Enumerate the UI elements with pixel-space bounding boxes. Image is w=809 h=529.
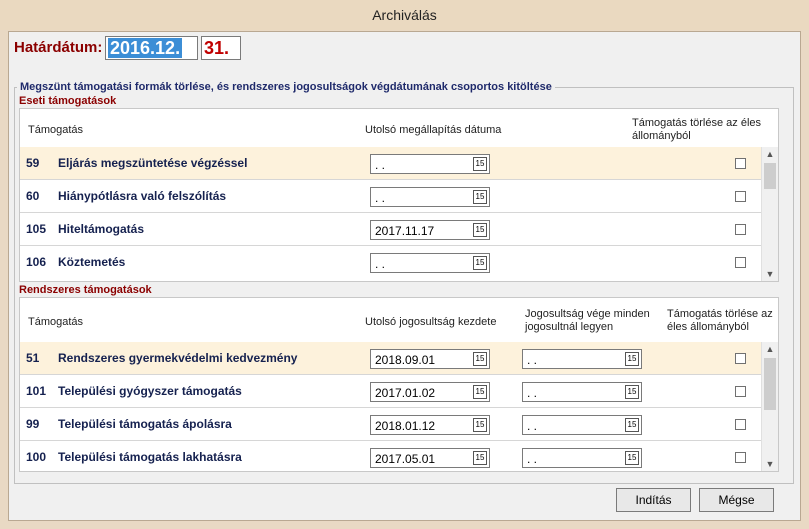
hatardatum-day-input[interactable]: 31. [201, 36, 241, 60]
rendszeres-grid: Támogatás Utolsó jogosultság kezdete Jog… [19, 297, 779, 472]
row-name: Települési gyógyszer támogatás [58, 384, 242, 398]
row-name: Hiteltámogatás [58, 222, 145, 236]
date-value: 2017.05.01 [375, 452, 436, 466]
row-name: Köztemetés [58, 255, 126, 269]
calendar-icon[interactable]: 15 [625, 418, 639, 432]
eseti-grid: Támogatás Utolsó megállapítás dátuma Tám… [19, 108, 779, 282]
row-name: Települési támogatás lakhatásra [58, 450, 242, 464]
row-code: 106 [26, 255, 47, 269]
calendar-icon[interactable]: 15 [473, 256, 487, 270]
torles-checkbox[interactable] [735, 257, 746, 268]
date-value: . . [527, 353, 538, 367]
table-row[interactable]: 101 Települési gyógyszer támogatás 2017.… [20, 375, 761, 408]
kezdete-date-input[interactable]: 2018.01.12 15 [370, 415, 490, 435]
date-value: . . [527, 452, 538, 466]
scroll-thumb[interactable] [764, 358, 776, 410]
calendar-icon[interactable]: 15 [473, 223, 487, 237]
calendar-icon[interactable]: 15 [473, 418, 487, 432]
torles-checkbox[interactable] [735, 452, 746, 463]
scroll-up-icon[interactable]: ▲ [762, 147, 778, 161]
kezdete-date-input[interactable]: 2017.01.02 15 [370, 382, 490, 402]
table-row[interactable]: 51 Rendszeres gyermekvédelmi kedvezmény … [20, 342, 761, 375]
utolso-date-input[interactable]: . . 15 [370, 187, 490, 207]
calendar-icon[interactable]: 15 [473, 385, 487, 399]
vege-date-input[interactable]: . . 15 [522, 382, 642, 402]
date-value: . . [375, 191, 386, 205]
table-row[interactable]: 99 Települési támogatás ápolásra 2018.01… [20, 408, 761, 441]
table-row[interactable]: 59 Eljárás megszüntetése végzéssel . . 1… [20, 147, 761, 180]
eseti-header-tamogatas: Támogatás [28, 124, 84, 136]
rendszeres-scrollbar[interactable]: ▲ ▼ [761, 342, 778, 471]
group-title: Megszünt támogatási formák törlése, és r… [17, 81, 555, 93]
row-code: 105 [26, 222, 47, 236]
row-code: 60 [26, 189, 40, 203]
scroll-down-icon[interactable]: ▼ [762, 267, 778, 281]
utolso-date-input[interactable]: . . 15 [370, 154, 490, 174]
scroll-up-icon[interactable]: ▲ [762, 342, 778, 356]
date-value: 2018.09.01 [375, 353, 436, 367]
hatardatum-date-selected-text: 2016.12. [108, 38, 183, 58]
calendar-icon[interactable]: 15 [625, 451, 639, 465]
date-value: . . [527, 386, 538, 400]
eseti-section-title: Eseti támogatások [19, 95, 117, 107]
megse-button[interactable]: Mégse [699, 488, 774, 512]
inditas-button[interactable]: Indítás [616, 488, 691, 512]
utolso-date-input[interactable]: 2017.11.17 15 [370, 220, 490, 240]
table-row[interactable]: 60 Hiánypótlásra való felszólítás . . 15 [20, 180, 761, 213]
date-value: . . [375, 257, 386, 271]
row-name: Települési támogatás ápolásra [58, 417, 232, 431]
row-code: 59 [26, 156, 40, 170]
row-code: 99 [26, 417, 40, 431]
date-value: 2018.01.12 [375, 419, 436, 433]
hatardatum-date-input[interactable]: 2016.12. [105, 36, 198, 60]
date-value: 2017.11.17 [375, 224, 435, 238]
rendszeres-header-torles: Támogatás törlése az éles állományból [667, 308, 773, 333]
calendar-icon[interactable]: 15 [473, 451, 487, 465]
eseti-header-utolso: Utolsó megállapítás dátuma [365, 124, 502, 136]
table-row[interactable]: 106 Köztemetés . . 15 [20, 246, 761, 279]
torles-checkbox[interactable] [735, 191, 746, 202]
hatardatum-label: Határdátum: [14, 39, 103, 56]
utolso-date-input[interactable]: . . 15 [370, 253, 490, 273]
eseti-header-torles: Támogatás törlése az éles állományból [632, 117, 762, 142]
date-value: . . [375, 158, 386, 172]
date-value: 2017.01.02 [375, 386, 436, 400]
vege-date-input[interactable]: . . 15 [522, 349, 642, 369]
row-code: 51 [26, 351, 40, 365]
torles-checkbox[interactable] [735, 353, 746, 364]
vege-date-input[interactable]: . . 15 [522, 415, 642, 435]
scroll-down-icon[interactable]: ▼ [762, 457, 778, 471]
calendar-icon[interactable]: 15 [625, 385, 639, 399]
row-code: 101 [26, 384, 47, 398]
table-row[interactable]: 105 Hiteltámogatás 2017.11.17 15 [20, 213, 761, 246]
calendar-icon[interactable]: 15 [473, 352, 487, 366]
kezdete-date-input[interactable]: 2017.05.01 15 [370, 448, 490, 468]
kezdete-date-input[interactable]: 2018.09.01 15 [370, 349, 490, 369]
scroll-thumb[interactable] [764, 163, 776, 189]
rendszeres-header-tamogatas: Támogatás [28, 316, 84, 328]
row-name: Eljárás megszüntetése végzéssel [58, 156, 248, 170]
torles-checkbox[interactable] [735, 386, 746, 397]
table-row[interactable]: 100 Települési támogatás lakhatásra 2017… [20, 441, 761, 474]
calendar-icon[interactable]: 15 [625, 352, 639, 366]
torles-checkbox[interactable] [735, 158, 746, 169]
window-title: Archiválás [0, 0, 809, 30]
calendar-icon[interactable]: 15 [473, 190, 487, 204]
rendszeres-header-kezdete: Utolsó jogosultság kezdete [365, 316, 497, 328]
row-name: Rendszeres gyermekvédelmi kedvezmény [58, 351, 298, 365]
calendar-icon[interactable]: 15 [473, 157, 487, 171]
rendszeres-header-vege: Jogosultság vége minden jogosultnál legy… [525, 308, 650, 333]
vege-date-input[interactable]: . . 15 [522, 448, 642, 468]
eseti-scrollbar[interactable]: ▲ ▼ [761, 147, 778, 281]
date-value: . . [527, 419, 538, 433]
row-name: Hiánypótlásra való felszólítás [58, 189, 227, 203]
torles-checkbox[interactable] [735, 224, 746, 235]
torles-checkbox[interactable] [735, 419, 746, 430]
dialog-client-area: Határdátum: 2016.12. 31. Megszünt támoga… [8, 31, 801, 521]
rendszeres-section-title: Rendszeres támogatások [19, 284, 152, 296]
row-code: 100 [26, 450, 47, 464]
